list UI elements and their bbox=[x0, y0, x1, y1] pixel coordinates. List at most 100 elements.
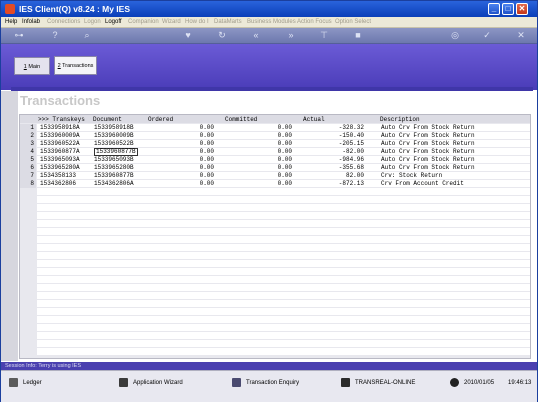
cell-committed[interactable]: 0.00 bbox=[246, 140, 292, 148]
cell-actual[interactable]: -355.68 bbox=[316, 164, 364, 172]
cell-description[interactable]: Auto Crv From Stock Return bbox=[381, 140, 475, 148]
rewind-icon[interactable]: « bbox=[250, 30, 262, 41]
menu-connections[interactable]: Connections bbox=[47, 19, 80, 25]
cell-description[interactable]: Crv From Account Credit bbox=[381, 180, 464, 188]
cell-document[interactable]: 1533958918B bbox=[94, 124, 134, 132]
header-committed[interactable]: Committed bbox=[225, 116, 257, 123]
header-ordered[interactable]: Ordered bbox=[148, 116, 173, 123]
empty-row[interactable] bbox=[37, 196, 530, 203]
empty-row[interactable] bbox=[37, 204, 530, 211]
empty-row[interactable] bbox=[37, 332, 530, 339]
globe-icon[interactable]: ◎ bbox=[449, 30, 461, 41]
key-icon[interactable]: ⊶ bbox=[9, 30, 29, 41]
menu-companion[interactable]: Companion bbox=[128, 19, 159, 25]
help-icon[interactable]: ? bbox=[49, 30, 61, 41]
table-row[interactable]: 8 1534362806 1534362806A 0.00 0.00 -872.13 Crv… bbox=[20, 180, 530, 188]
header-document[interactable]: Document bbox=[93, 116, 122, 123]
forward-icon[interactable]: » bbox=[285, 30, 297, 41]
empty-row[interactable] bbox=[37, 212, 530, 219]
tab-transactions[interactable]: 2 Transactions bbox=[54, 56, 97, 75]
menu-business-modules[interactable]: Business Modules bbox=[247, 19, 296, 25]
empty-row[interactable] bbox=[37, 348, 530, 355]
cell-ordered[interactable]: 0.00 bbox=[170, 132, 214, 140]
empty-row[interactable] bbox=[37, 292, 530, 299]
cell-transkey[interactable]: 1534358133 bbox=[40, 172, 76, 180]
cell-document[interactable]: 1533960522B bbox=[94, 140, 134, 148]
menu-logoff[interactable]: Logoff bbox=[105, 19, 122, 25]
pin-icon[interactable]: ⊤ bbox=[318, 30, 330, 41]
cell-document[interactable]: 1533960877B bbox=[94, 148, 138, 156]
cell-ordered[interactable]: 0.00 bbox=[170, 164, 214, 172]
cell-ordered[interactable]: 0.00 bbox=[170, 124, 214, 132]
cell-document[interactable]: 1533965093B bbox=[94, 156, 134, 164]
cell-actual[interactable]: -328.32 bbox=[316, 124, 364, 132]
table-row[interactable]: 6 1533965280A 1533965280B 0.00 0.00 -355.68 Au… bbox=[20, 164, 530, 172]
menu-help[interactable]: Help bbox=[5, 19, 17, 25]
empty-row[interactable] bbox=[37, 244, 530, 251]
empty-row[interactable] bbox=[37, 316, 530, 323]
table-row[interactable]: 1 1533958918A 1533958918B 0.00 0.00 -328.32 Au… bbox=[20, 124, 530, 132]
empty-row[interactable] bbox=[37, 284, 530, 291]
cell-actual[interactable]: -82.00 bbox=[316, 148, 364, 156]
cell-description[interactable]: Auto Crv From Stock Return bbox=[381, 132, 475, 140]
cell-document[interactable]: 1534362806A bbox=[94, 180, 134, 188]
menu-wizard[interactable]: Wizard bbox=[162, 19, 181, 25]
tab-main[interactable]: 1 Main bbox=[14, 57, 50, 75]
empty-row[interactable] bbox=[37, 188, 530, 195]
cell-actual[interactable]: -205.15 bbox=[316, 140, 364, 148]
table-row[interactable]: 5 1533965093A 1533965093B 0.00 0.00 -984.96 Au… bbox=[20, 156, 530, 164]
heart-icon[interactable]: ♥ bbox=[182, 30, 194, 41]
cell-transkey[interactable]: 1533965093A bbox=[40, 156, 80, 164]
header-actual[interactable]: Actual bbox=[303, 116, 325, 123]
stop-icon[interactable]: ■ bbox=[352, 30, 364, 41]
close-window-button[interactable]: ✕ bbox=[516, 3, 528, 15]
cell-transkey[interactable]: 1533960009A bbox=[40, 132, 80, 140]
cell-committed[interactable]: 0.00 bbox=[246, 180, 292, 188]
cell-transkey[interactable]: 1533960877A bbox=[40, 148, 80, 156]
menu-how-do-i[interactable]: How do I bbox=[185, 19, 209, 25]
table-row[interactable]: 4 1533960877A 1533960877B 0.00 0.00 -82.00 Aut… bbox=[20, 148, 530, 156]
cell-committed[interactable]: 0.00 bbox=[246, 148, 292, 156]
empty-row[interactable] bbox=[37, 236, 530, 243]
empty-row[interactable] bbox=[37, 252, 530, 259]
cell-ordered[interactable]: 0.00 bbox=[170, 172, 214, 180]
close-icon[interactable]: ✕ bbox=[515, 30, 527, 41]
search-icon[interactable]: ⌕ bbox=[81, 30, 93, 41]
cell-description[interactable]: Auto Crv From Stock Return bbox=[381, 164, 475, 172]
transaction-enquiry-button[interactable]: Transaction Enquiry bbox=[232, 377, 299, 389]
cell-transkey[interactable]: 1533960522A bbox=[40, 140, 80, 148]
cell-transkey[interactable]: 1533958918A bbox=[40, 124, 80, 132]
empty-row[interactable] bbox=[37, 340, 530, 347]
empty-row[interactable] bbox=[37, 220, 530, 227]
maximize-button[interactable]: □ bbox=[502, 3, 514, 15]
cell-document[interactable]: 1533960877B bbox=[94, 172, 134, 180]
table-row[interactable]: 7 1534358133 1533960877B 0.00 0.00 82.00 Crv: … bbox=[20, 172, 530, 180]
cell-committed[interactable]: 0.00 bbox=[246, 172, 292, 180]
cell-committed[interactable]: 0.00 bbox=[246, 164, 292, 172]
cell-committed[interactable]: 0.00 bbox=[246, 132, 292, 140]
menu-logon[interactable]: Logon bbox=[84, 19, 101, 25]
cell-committed[interactable]: 0.00 bbox=[246, 124, 292, 132]
cell-actual[interactable]: -984.96 bbox=[316, 156, 364, 164]
cell-document[interactable]: 1533960009B bbox=[94, 132, 134, 140]
cell-ordered[interactable]: 0.00 bbox=[170, 156, 214, 164]
cell-description[interactable]: Auto Crv From Stock Return bbox=[381, 124, 475, 132]
cell-ordered[interactable]: 0.00 bbox=[170, 148, 214, 156]
cell-transkey[interactable]: 1533965280A bbox=[40, 164, 80, 172]
cell-description[interactable]: Auto Crv From Stock Return bbox=[381, 156, 475, 164]
application-wizard-button[interactable]: Application Wizard bbox=[119, 377, 183, 389]
cell-description[interactable]: Auto Crv From Stock Return bbox=[381, 148, 475, 156]
cell-transkey[interactable]: 1534362806 bbox=[40, 180, 76, 188]
table-row[interactable]: 3 1533960522A 1533960522B 0.00 0.00 -205.15 Au… bbox=[20, 140, 530, 148]
empty-row[interactable] bbox=[37, 260, 530, 267]
cell-committed[interactable]: 0.00 bbox=[246, 156, 292, 164]
cell-actual[interactable]: 82.00 bbox=[316, 172, 364, 180]
empty-row[interactable] bbox=[37, 308, 530, 315]
header-description[interactable]: Description bbox=[380, 116, 420, 123]
cell-actual[interactable]: -150.40 bbox=[316, 132, 364, 140]
refresh-icon[interactable]: ↻ bbox=[216, 30, 228, 41]
cell-actual[interactable]: -872.13 bbox=[316, 180, 364, 188]
empty-row[interactable] bbox=[37, 228, 530, 235]
ledger-button[interactable]: Ledger bbox=[9, 377, 42, 389]
table-row[interactable]: 2 1533960009A 1533960009B 0.00 0.00 -150.40 Au… bbox=[20, 132, 530, 140]
